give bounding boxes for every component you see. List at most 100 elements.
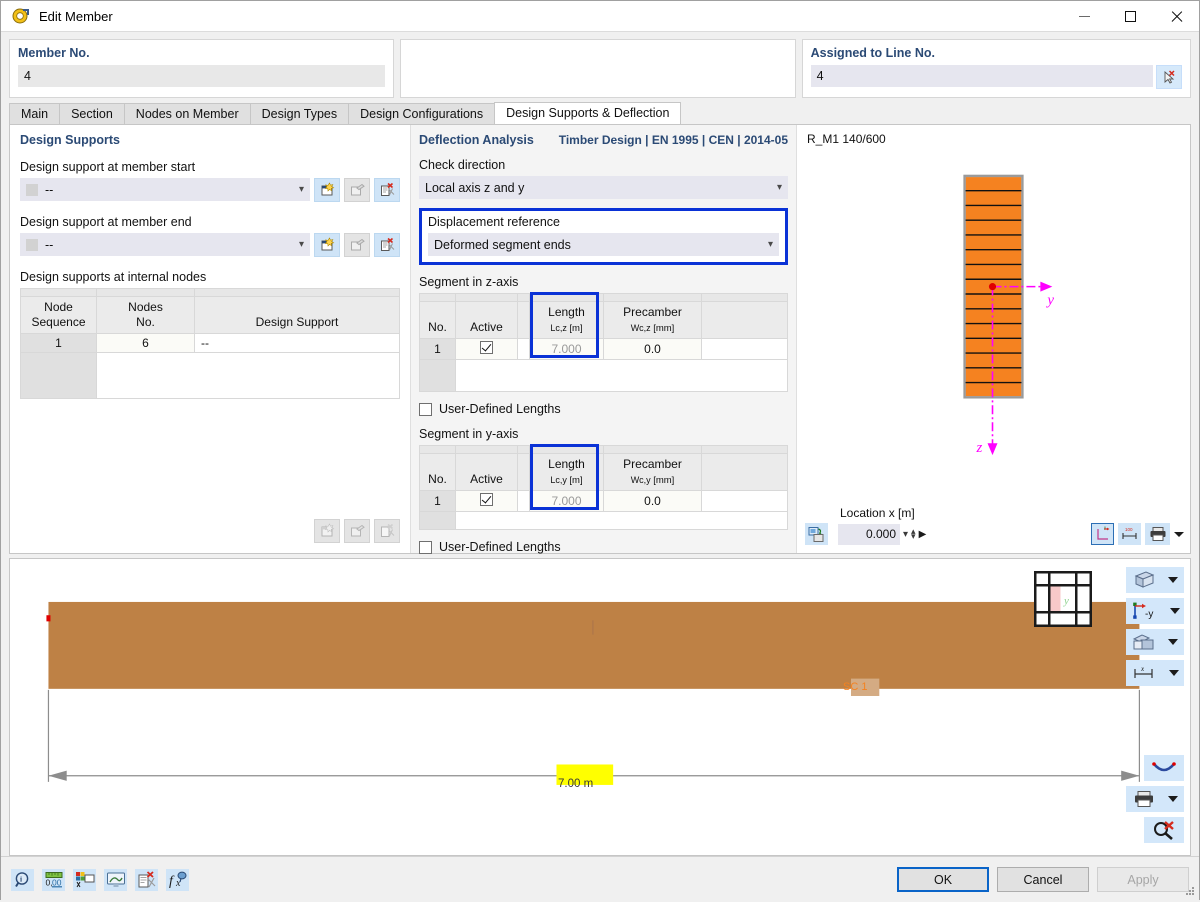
col-segment-z-precamber[interactable]: Precamber Wc,z [mm]: [603, 301, 702, 339]
tab-main[interactable]: Main: [9, 103, 61, 124]
col-segment-y-active[interactable]: Active: [455, 453, 518, 491]
cell-nodes-no[interactable]: 6: [96, 333, 195, 353]
table-row[interactable]: 1 6 --: [20, 333, 400, 353]
user-defined-lengths-y-checkbox[interactable]: [419, 540, 432, 554]
cell-segment-z-precamber[interactable]: 0.0: [603, 338, 702, 360]
delete-design-support-end-icon[interactable]: [374, 233, 400, 257]
edit-member-window: Edit Member Member No. 4 Assigned to Lin…: [0, 0, 1200, 902]
chevron-down-icon[interactable]: ▾: [903, 529, 908, 540]
col-segment-z-end: [701, 301, 788, 339]
table-row[interactable]: 1 7.000 0.0: [419, 490, 788, 512]
col-segment-z-active[interactable]: Active: [455, 301, 518, 339]
cell-segment-y-active[interactable]: [455, 490, 518, 512]
close-button[interactable]: [1153, 1, 1199, 32]
svg-text:-y: -y: [1145, 609, 1153, 620]
support-start-select[interactable]: -- ▾: [20, 178, 310, 201]
tab-design-types[interactable]: Design Types: [249, 103, 350, 124]
axis-minus-y-icon[interactable]: -y: [1126, 598, 1184, 624]
formula-icon[interactable]: f x: [166, 868, 189, 891]
cross-section-name: R_M1 140/600: [807, 132, 886, 146]
tab-content: Design Supports Design support at member…: [1, 124, 1199, 554]
cross-section-canvas[interactable]: y z: [805, 146, 1184, 519]
select-line-icon[interactable]: [1156, 65, 1182, 89]
col-segment-y-no[interactable]: No.: [419, 453, 456, 491]
minimize-button[interactable]: [1061, 1, 1107, 32]
support-end-select[interactable]: -- ▾: [20, 233, 310, 256]
title-bar: Edit Member: [1, 1, 1199, 32]
col-nodes-no[interactable]: Nodes No.: [96, 296, 195, 334]
active-checkbox[interactable]: [480, 493, 493, 506]
axis-z-label: z: [976, 440, 983, 456]
location-x-input[interactable]: 0.000: [838, 523, 900, 545]
new-design-support-start-icon[interactable]: [314, 178, 340, 202]
svg-text:100: 100: [1125, 527, 1133, 532]
cell-design-support[interactable]: --: [194, 333, 400, 353]
col-design-support[interactable]: Design Support: [194, 296, 400, 334]
member-no-input[interactable]: 4: [18, 65, 386, 87]
units-icon[interactable]: 0, 00: [42, 868, 65, 891]
internal-nodes-label: Design supports at internal nodes: [20, 270, 207, 284]
cancel-button[interactable]: Cancel: [997, 867, 1089, 893]
col-node-sequence[interactable]: Node Sequence: [20, 296, 97, 334]
col-segment-z-length[interactable]: Length Lc,z [m]: [529, 301, 604, 339]
member-no-label: Member No.: [18, 46, 90, 60]
dialog-footer: i 0, 00 f x OK Cancel Apply: [1, 856, 1199, 902]
print-icon[interactable]: [1145, 523, 1170, 545]
maximize-button[interactable]: [1107, 1, 1153, 32]
view-cube-icon[interactable]: y: [1033, 570, 1093, 630]
tab-nodes-on-member[interactable]: Nodes on Member: [123, 103, 251, 124]
section-code-label: SC 1: [843, 681, 868, 693]
assigned-line-card: Assigned to Line No. 4: [801, 39, 1191, 98]
print-icon[interactable]: [1126, 786, 1184, 813]
table-blank-rows: [20, 353, 400, 399]
render-box-icon[interactable]: [1126, 567, 1184, 593]
ok-button[interactable]: OK: [897, 867, 989, 893]
deformation-icon[interactable]: [1144, 755, 1184, 782]
axes-icon[interactable]: y: [1091, 523, 1114, 545]
chevron-down-icon[interactable]: [1168, 577, 1178, 583]
col-segment-y-precamber[interactable]: Precamber Wc,y [mm]: [603, 453, 702, 491]
layers-icon[interactable]: [1126, 629, 1184, 655]
active-checkbox[interactable]: [480, 341, 493, 354]
check-direction-select[interactable]: Local axis z and y ▾: [419, 176, 788, 199]
dimension-x-icon[interactable]: x: [1126, 660, 1184, 686]
cell-segment-z-active[interactable]: [455, 338, 518, 360]
next-location-icon[interactable]: ▶: [919, 529, 927, 540]
resize-grip[interactable]: [1184, 885, 1196, 897]
print-dropdown-icon[interactable]: [1174, 531, 1184, 537]
new-design-support-end-icon[interactable]: [314, 233, 340, 257]
comment-icon[interactable]: [135, 868, 158, 891]
chevron-down-icon[interactable]: [1169, 608, 1180, 614]
spinner-arrows-icon[interactable]: ▴ ▾: [911, 527, 916, 541]
segment-y-user-lengths-row[interactable]: User-Defined Lengths: [419, 540, 788, 554]
chevron-down-icon[interactable]: [1168, 639, 1178, 645]
cell-segment-y-precamber[interactable]: 0.0: [603, 490, 702, 512]
graphic-icon[interactable]: [104, 868, 127, 891]
tab-design-supports-deflection[interactable]: Design Supports & Deflection: [494, 102, 682, 124]
tab-design-configurations[interactable]: Design Configurations: [348, 103, 496, 124]
chevron-down-icon[interactable]: [1168, 670, 1179, 676]
tab-section[interactable]: Section: [59, 103, 125, 124]
table-row[interactable]: 1 7.000 0.0: [419, 338, 788, 360]
cell-segment-y-length[interactable]: 7.000: [529, 490, 604, 512]
chevron-down-icon: ▾: [298, 184, 304, 195]
clear-selection-icon[interactable]: [1144, 817, 1184, 844]
check-direction-value: Local axis z and y: [425, 180, 525, 195]
segment-z-user-lengths-row[interactable]: User-Defined Lengths: [419, 402, 788, 416]
col-segment-z-no[interactable]: No.: [419, 301, 456, 339]
design-supports-title: Design Supports: [20, 133, 121, 147]
display-props-icon[interactable]: [73, 868, 96, 891]
color-swatch-icon: [26, 238, 38, 251]
window-title: Edit Member: [39, 8, 113, 24]
render-mode-icon[interactable]: [805, 523, 828, 545]
displacement-reference-select[interactable]: Deformed segment ends ▾: [428, 233, 779, 256]
delete-design-support-start-icon[interactable]: [374, 178, 400, 202]
chevron-down-icon[interactable]: [1167, 796, 1178, 803]
info-icon[interactable]: i: [11, 868, 34, 891]
assigned-line-input[interactable]: 4: [810, 65, 1153, 87]
dimensions-icon[interactable]: 100: [1118, 523, 1141, 545]
member-view[interactable]: SC 1 7.00 m y -y x: [9, 558, 1191, 857]
cell-segment-z-length[interactable]: 7.000: [529, 338, 604, 360]
col-segment-y-length[interactable]: Length Lc,y [m]: [529, 453, 604, 491]
user-defined-lengths-z-checkbox[interactable]: [419, 402, 432, 416]
